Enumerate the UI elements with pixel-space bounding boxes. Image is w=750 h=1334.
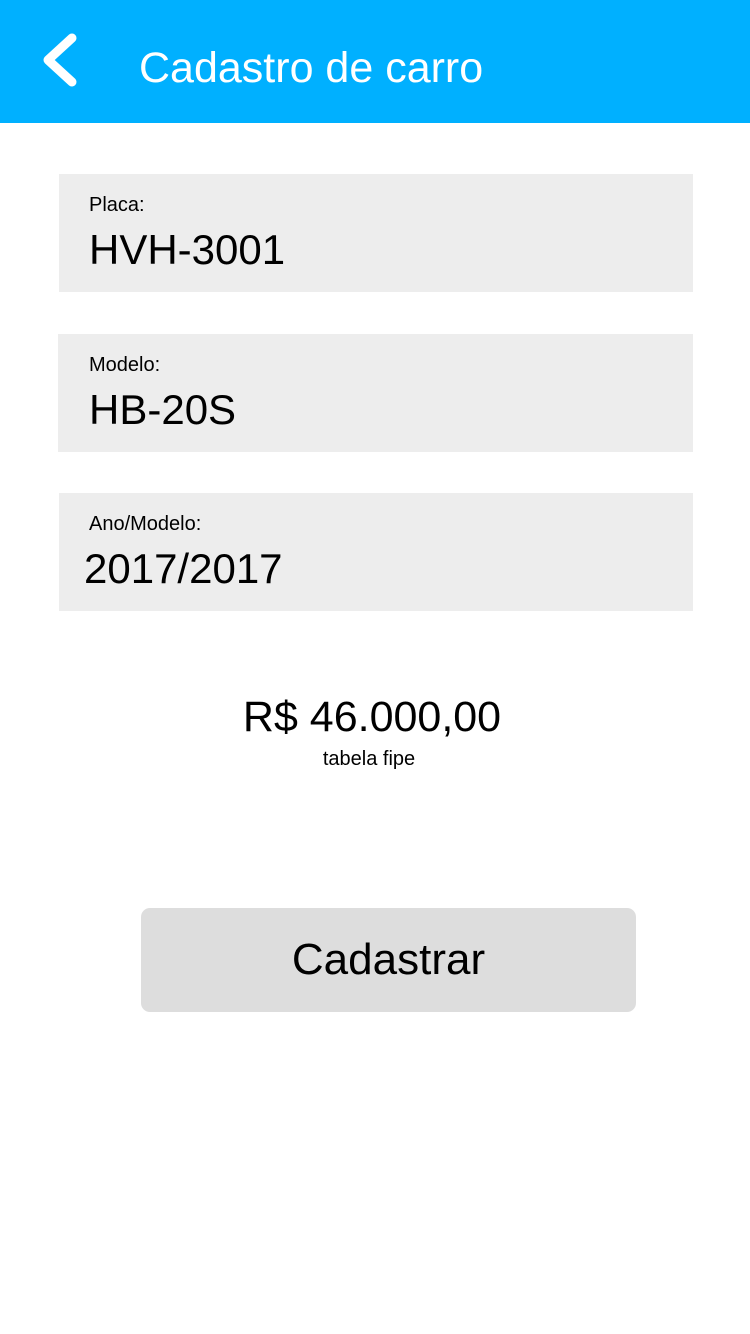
placa-label: Placa:	[89, 194, 145, 216]
ano-modelo-field[interactable]: Ano/Modelo:	[59, 493, 693, 611]
app-header: Cadastro de carro	[0, 0, 750, 123]
modelo-input[interactable]	[89, 384, 659, 436]
placa-input[interactable]	[89, 224, 659, 276]
modelo-field[interactable]: Modelo:	[58, 334, 693, 452]
fipe-price: R$ 46.000,00	[242, 693, 502, 741]
modelo-label: Modelo:	[89, 354, 161, 376]
chevron-left-icon	[43, 33, 77, 87]
ano-modelo-input[interactable]	[84, 543, 654, 595]
page-title: Cadastro de carro	[139, 44, 484, 92]
back-button[interactable]	[36, 30, 86, 90]
ano-modelo-label: Ano/Modelo:	[89, 513, 202, 535]
fipe-caption: tabela fipe	[322, 748, 416, 770]
placa-field[interactable]: Placa:	[59, 174, 693, 292]
cadastrar-button[interactable]: Cadastrar	[141, 908, 636, 1012]
